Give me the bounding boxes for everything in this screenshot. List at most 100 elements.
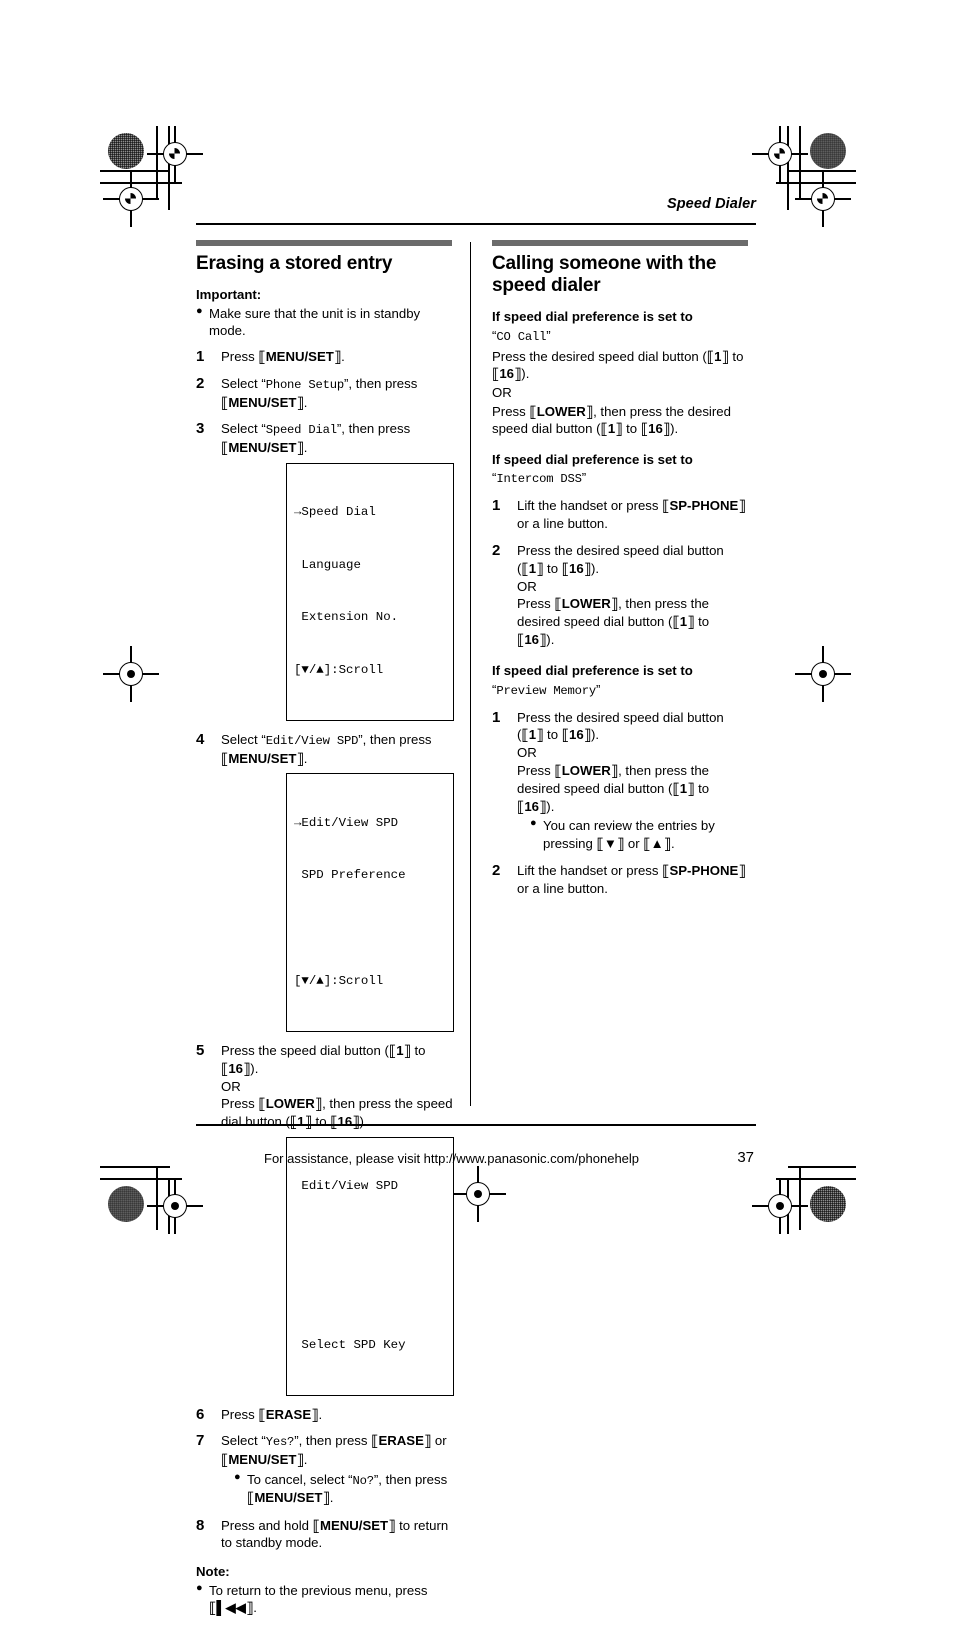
key-menu-set-label: MENU/SET	[265, 349, 334, 365]
crop-line-tr-h1	[788, 170, 856, 172]
page-number: 37	[737, 1149, 754, 1166]
step-1-text-end: .	[341, 349, 345, 365]
key-speeddial-1: ⟦1⟧	[521, 559, 544, 578]
page-title-calling: Calling someone with the speed dialer	[492, 253, 717, 297]
preview-pref-label: If speed dial preference is set to	[492, 662, 693, 678]
key-menu-set: ⟦MENU/SET⟧	[312, 1516, 396, 1535]
crop-line-tr-v2	[787, 126, 789, 210]
pref-value-co-call: CO Call	[496, 329, 547, 344]
registration-mark-top-left	[147, 126, 203, 182]
key-erase: ⟦ERASE⟧	[371, 1432, 432, 1451]
step-7-sub-text-a: To cancel, select “	[247, 1471, 353, 1487]
lcd-line: [▼/▲]:Scroll	[294, 974, 384, 989]
footer-rule	[196, 1124, 756, 1126]
step-7: 7 Select “Yes?”, then press ⟦ERASE⟧ or ⟦…	[196, 1432, 454, 1506]
step-2: 2 Select “Phone Setup”, then press ⟦MENU…	[196, 375, 454, 411]
key-speeddial-1-label: 1	[679, 780, 688, 796]
header-rule	[196, 223, 756, 225]
co-call-or: OR	[492, 385, 512, 401]
crop-line-tl-v1	[156, 126, 158, 198]
key-menu-set-label: MENU/SET	[319, 1517, 389, 1533]
key-lower: ⟦LOWER⟧	[258, 1095, 323, 1114]
key-sp-phone-label: SP-PHONE	[669, 862, 739, 878]
key-menu-set-label: MENU/SET	[228, 1451, 297, 1467]
pv-s1-c: ).	[591, 727, 600, 743]
step-5-number: 5	[196, 1041, 205, 1059]
step-7-text-c: or	[431, 1433, 447, 1449]
key-speeddial-1-label: 1	[528, 727, 537, 743]
key-speeddial-16-label: 16	[569, 560, 584, 576]
step-2-number: 2	[196, 375, 205, 393]
note-text-b: .	[253, 1600, 257, 1616]
halftone-dot-top-right	[810, 133, 846, 169]
pv-s1-b: to	[543, 727, 562, 743]
key-menu-set-label: MENU/SET	[228, 439, 297, 455]
step-6-text-a: Press	[221, 1406, 259, 1422]
page-content: Speed Dialer Erasing a stored entry Impo…	[196, 196, 756, 1616]
crop-line-bl-h1	[100, 1166, 170, 1168]
bullet-dot-icon: ●	[234, 1470, 241, 1483]
down-arrow-icon: ▼	[603, 835, 617, 851]
crop-line-bl-v1	[156, 1166, 158, 1230]
key-speeddial-1: ⟦1⟧	[672, 779, 695, 798]
registration-mark-bottom-center	[450, 1166, 506, 1222]
co-call-pref-label: If speed dial preference is set to	[492, 309, 693, 325]
column-divider	[470, 242, 472, 1106]
lcd-line	[294, 1231, 447, 1249]
step-8-text-a: Press and hold	[221, 1517, 313, 1533]
crop-line-br-h1	[788, 1166, 856, 1168]
key-speeddial-1: ⟦1⟧	[289, 1113, 312, 1132]
registration-mark-left-upper	[103, 171, 159, 227]
dss-s2-or: OR	[517, 578, 537, 594]
menu-option-yes: Yes?	[265, 1435, 295, 1450]
preview-step-1-number: 1	[492, 708, 501, 726]
step-8-number: 8	[196, 1516, 205, 1534]
preview-step-2: 2 Lift the handset or press ⟦SP-PHONE⟧ o…	[492, 862, 750, 898]
step-1-text-a: Press	[221, 349, 259, 365]
note-text-a: To return to the previous menu, press	[209, 1583, 428, 1599]
quote-close: ”	[581, 470, 587, 486]
key-menu-set: ⟦MENU/SET⟧	[221, 1450, 304, 1469]
key-lower-label: LOWER	[265, 1096, 315, 1112]
crop-line-br-v2	[787, 1178, 789, 1234]
key-sp-phone-label: SP-PHONE	[669, 498, 739, 514]
dss-s2-b: to	[543, 560, 562, 576]
registration-mark-left-middle	[103, 646, 159, 702]
important-bullet-text-b: mode.	[209, 323, 246, 339]
key-speeddial-16-label: 16	[648, 421, 663, 437]
key-speeddial-16: ⟦16⟧	[221, 1059, 251, 1078]
running-head: Speed Dialer	[666, 196, 756, 212]
menu-item-edit-view-spd: Edit/View SPD	[265, 734, 359, 749]
co-call-instruction: Press the desired speed dial button (⟦1⟧…	[492, 348, 750, 382]
pv-s1-d: Press	[517, 763, 555, 779]
step-5-text-f: to	[311, 1114, 331, 1130]
dss-step-1-number: 1	[492, 497, 501, 515]
key-lower: ⟦LOWER⟧	[554, 762, 619, 781]
dss-s2-f: to	[694, 614, 710, 630]
crop-line-tr-v1	[799, 126, 801, 198]
step-7-subbullet: ● To cancel, select “No?”, then press ⟦M…	[234, 1471, 454, 1507]
menu-item-phone-setup: Phone Setup	[265, 378, 344, 393]
key-speeddial-1-label: 1	[297, 1114, 305, 1130]
step-5-text-c: ).	[250, 1060, 259, 1076]
step-3-text-end: .	[303, 439, 308, 455]
key-lower: ⟦LOWER⟧	[529, 403, 594, 422]
footer-assistance-text: For assistance, please visit http://www.…	[264, 1151, 640, 1166]
halftone-dot-bottom-right	[810, 1186, 846, 1222]
key-speeddial-16: ⟦16⟧	[561, 559, 591, 578]
key-down-arrow: ⟦▼⟧	[596, 834, 625, 853]
preview-step-1: 1 Press the desired speed dial button (⟦…	[492, 709, 750, 852]
registration-mark-bottom-left	[147, 1178, 203, 1234]
registration-mark-right-upper	[795, 171, 851, 227]
key-up-arrow: ⟦▲⟧	[643, 834, 671, 853]
step-5: 5 Press the speed dial button (⟦1⟧ to ⟦1…	[196, 1042, 454, 1131]
key-speeddial-16: ⟦16⟧	[330, 1113, 360, 1132]
key-speeddial-1-label: 1	[679, 614, 688, 630]
lcd-line: →Speed Dial	[294, 504, 376, 519]
co-call-instruction-lower: Press ⟦LOWER⟧, then press the desired sp…	[492, 403, 750, 437]
key-speeddial-16-label: 16	[524, 632, 539, 648]
important-bullet: ● Make sure that the unit is in standby …	[196, 305, 454, 339]
key-lower-label: LOWER	[561, 763, 611, 779]
registration-mark-right-middle	[795, 646, 851, 702]
step-7-text-a: Select “	[221, 1433, 266, 1449]
